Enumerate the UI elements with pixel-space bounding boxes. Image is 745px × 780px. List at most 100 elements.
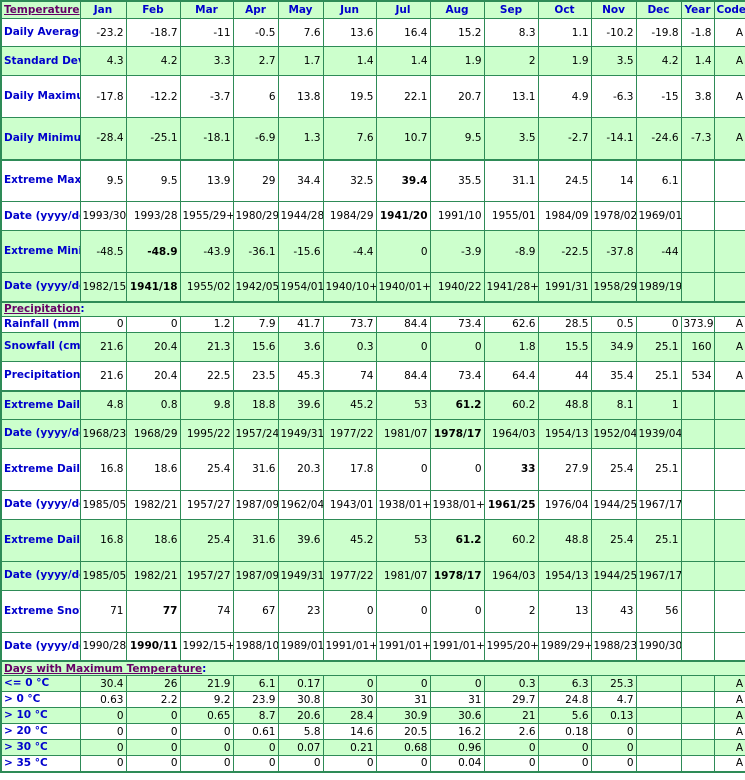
- code-cell: A: [713, 707, 745, 724]
- table-row: Extreme Daily Precipitation (mm)16.818.6…: [0, 518, 745, 562]
- code-cell: [713, 272, 745, 302]
- value-cell: 20.4: [125, 331, 181, 362]
- year-cell: [680, 723, 715, 740]
- value-cell: 1964/03: [483, 560, 539, 591]
- row-label: Date (yyyy/dd): [0, 631, 81, 662]
- value-cell: 0: [79, 723, 127, 740]
- year-cell: [680, 739, 715, 756]
- value-cell: -19.8: [635, 18, 682, 47]
- table-row: Date (yyyy/dd)1993/301993/281955/29+1980…: [0, 201, 745, 231]
- value-cell: 64.4: [483, 360, 539, 392]
- value-cell: 4.7: [590, 691, 637, 708]
- temperature-link[interactable]: Temperature: [4, 4, 79, 16]
- value-cell: 1949/31: [277, 560, 324, 591]
- value-cell: 0: [79, 755, 127, 772]
- value-cell: [635, 755, 682, 772]
- value-cell: 13.1: [483, 75, 539, 118]
- precipitation-link[interactable]: Precipitation: [4, 303, 80, 315]
- value-cell: 1941/20: [375, 201, 431, 231]
- code-cell: A: [713, 675, 745, 692]
- value-cell: 4.9: [537, 75, 592, 118]
- table-row: Standard Deviation4.34.23.32.71.71.41.41…: [0, 46, 745, 76]
- value-cell: 0: [322, 589, 377, 633]
- value-cell: 1944/28: [277, 201, 324, 231]
- year-cell: [680, 675, 715, 692]
- value-cell: 28.5: [537, 315, 592, 333]
- value-cell: 1985/05: [79, 560, 127, 591]
- temperature-rows: Daily Average (°C)-23.2-18.7-11-0.57.613…: [0, 18, 745, 302]
- value-cell: 0.3: [322, 331, 377, 362]
- table-row: > 35 °C 0 0 0 0 0 0 0 0.04 0 0 0 A: [0, 755, 745, 772]
- code-cell: [713, 589, 745, 633]
- year-cell: [680, 158, 715, 202]
- value-cell: 1978/17: [429, 560, 485, 591]
- header-row: Temperature: Jan Feb Mar Apr May Jun Jul…: [0, 0, 745, 19]
- row-label: Daily Maximum (°C): [0, 75, 81, 118]
- value-cell: 0: [375, 589, 431, 633]
- value-cell: 1.4: [322, 46, 377, 76]
- value-cell: 0.5: [590, 315, 637, 333]
- value-cell: 1.9: [537, 46, 592, 76]
- value-cell: 25.1: [635, 518, 682, 562]
- value-cell: -12.2: [125, 75, 181, 118]
- days-rows: <= 0 °C 30.4 26 21.9 6.1 0.17 0 0 0 0.3 6.3 25.3 A > …: [0, 675, 745, 772]
- value-cell: 3.3: [179, 46, 234, 76]
- value-cell: 34.4: [277, 158, 324, 202]
- table-row: > 10 °C 0 0 0.65 8.7 20.6 28.4 30.9 30.6 21 5.6 0.1…: [0, 707, 745, 724]
- value-cell: 6.1: [232, 675, 279, 692]
- value-cell: 21.6: [79, 360, 127, 392]
- value-cell: [635, 675, 682, 692]
- value-cell: 16.2: [429, 723, 485, 740]
- value-cell: 31: [429, 691, 485, 708]
- value-cell: 18.6: [125, 518, 181, 562]
- value-cell: 13.9: [179, 158, 234, 202]
- value-cell: 31.6: [232, 518, 279, 562]
- value-cell: [635, 739, 682, 756]
- value-cell: -6.9: [232, 117, 279, 160]
- code-cell: A: [713, 755, 745, 772]
- value-cell: 0: [179, 723, 234, 740]
- value-cell: [635, 707, 682, 724]
- row-label: Date (yyyy/dd): [0, 272, 81, 302]
- table-row: Extreme Minimum (°C)-48.5-48.9-43.9-36.1…: [0, 230, 745, 273]
- table-row: Precipitation (mm)21.620.422.523.545.374…: [0, 360, 745, 392]
- year-cell: -1.8: [680, 18, 715, 47]
- value-cell: 23.5: [232, 360, 279, 392]
- value-cell: 21.3: [179, 331, 234, 362]
- value-cell: 1984/09: [537, 201, 592, 231]
- value-cell: 61.2: [429, 390, 485, 420]
- value-cell: -37.8: [590, 230, 637, 273]
- value-cell: 4.2: [125, 46, 181, 76]
- value-cell: 1957/24: [232, 418, 279, 449]
- value-cell: 0.17: [277, 675, 324, 692]
- value-cell: 31.6: [232, 447, 279, 491]
- value-cell: 48.8: [537, 518, 592, 562]
- value-cell: 0: [79, 315, 127, 333]
- value-cell: 9.8: [179, 390, 234, 420]
- value-cell: 0.07: [277, 739, 324, 756]
- section-row-precipitation: Precipitation:: [0, 300, 745, 317]
- value-cell: 1989/01: [277, 631, 324, 662]
- value-cell: 0: [375, 230, 431, 273]
- value-cell: 4.2: [635, 46, 682, 76]
- days-max-temp-link[interactable]: Days with Maximum Temperature: [4, 663, 202, 675]
- value-cell: 8.3: [483, 18, 539, 47]
- table-row: Snowfall (cm) 21.6 20.4 21.3 15.6 3.6 0.3 0 0 1.8…: [0, 331, 745, 362]
- row-label: > 30 °C: [0, 739, 81, 756]
- value-cell: 1990/28: [79, 631, 127, 662]
- value-cell: 0: [322, 675, 377, 692]
- value-cell: 0.8: [125, 390, 181, 420]
- value-cell: 1981/07: [375, 560, 431, 591]
- value-cell: 6.3: [537, 675, 592, 692]
- col-aug: Aug: [429, 0, 485, 19]
- value-cell: 1981/07: [375, 418, 431, 449]
- table-row: Extreme Snow Depth (cm)71777467230002134…: [0, 589, 745, 633]
- year-cell: 3.8: [680, 75, 715, 118]
- value-cell: 35.5: [429, 158, 485, 202]
- row-label: > 20 °C: [0, 723, 81, 740]
- value-cell: 35.4: [590, 360, 637, 392]
- value-cell: 1940/10+: [322, 272, 377, 302]
- value-cell: 2: [483, 46, 539, 76]
- value-cell: 29.7: [483, 691, 539, 708]
- value-cell: 22.5: [179, 360, 234, 392]
